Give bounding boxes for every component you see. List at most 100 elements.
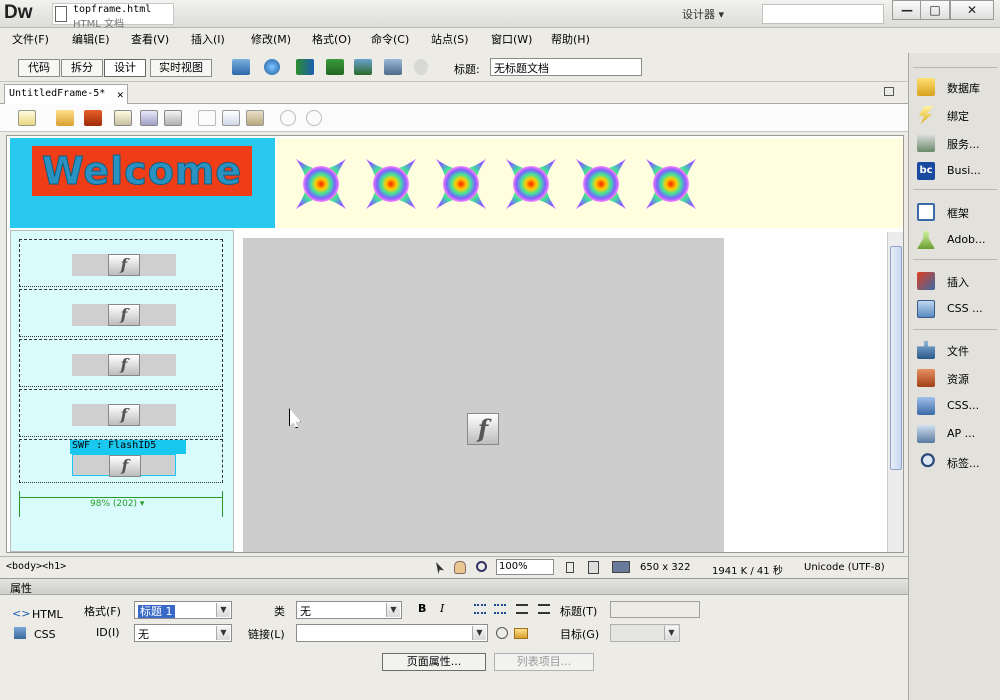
close-tab-icon[interactable]: ✕: [117, 88, 124, 101]
indent-icon[interactable]: [538, 604, 550, 614]
menu-help[interactable]: 帮助(H): [551, 31, 590, 47]
check-page-icon[interactable]: [326, 59, 344, 75]
bold-button[interactable]: B: [418, 602, 426, 615]
flash-slot[interactable]: f: [19, 239, 223, 287]
outdent-icon[interactable]: [516, 604, 528, 614]
page-title-input[interactable]: 无标题文档: [490, 58, 642, 76]
flash-placeholder[interactable]: f: [72, 404, 176, 426]
multiscreen-icon[interactable]: [232, 59, 250, 75]
desktop-size-icon[interactable]: [612, 561, 630, 573]
browse-folder-icon[interactable]: [514, 628, 528, 639]
zoom-select[interactable]: 100%: [496, 559, 554, 575]
flash-placeholder[interactable]: f: [72, 454, 176, 477]
panel-server-behaviors[interactable]: 服务...: [913, 131, 999, 155]
properties-header[interactable]: 属性: [0, 579, 908, 595]
italic-button[interactable]: I: [440, 602, 444, 615]
zoom-tool-icon[interactable]: [476, 561, 487, 572]
preview-browser-icon[interactable]: [264, 59, 280, 75]
scrollbar-thumb[interactable]: [890, 246, 902, 470]
split-view-button[interactable]: 拆分: [61, 59, 103, 77]
live-view-button[interactable]: 实时视图: [150, 59, 212, 77]
bridge-icon[interactable]: [84, 110, 102, 126]
flash-placeholder[interactable]: f: [72, 254, 176, 276]
width-indicator[interactable]: 98% (202) ▾: [19, 491, 223, 517]
minimize-button[interactable]: —: [892, 0, 922, 20]
visual-aids-icon[interactable]: [384, 59, 402, 75]
ordered-list-icon[interactable]: [494, 604, 506, 614]
top-left-frame[interactable]: Welcome: [10, 138, 275, 228]
copy-icon[interactable]: [222, 110, 240, 126]
flash-slot[interactable]: f: [19, 339, 223, 387]
phone-size-icon[interactable]: [566, 562, 574, 573]
menu-edit[interactable]: 编辑(E): [72, 31, 110, 47]
top-banner-frame[interactable]: [277, 138, 903, 228]
pointer-tool-icon[interactable]: [436, 562, 444, 574]
redo-icon[interactable]: [306, 110, 322, 126]
panel-assets[interactable]: 资源: [913, 366, 999, 390]
heading-input[interactable]: [610, 601, 700, 618]
hand-tool-icon[interactable]: [454, 561, 466, 574]
main-content-frame[interactable]: f: [243, 238, 724, 552]
panel-group-gripper[interactable]: [913, 67, 997, 68]
flash-icon[interactable]: f: [467, 413, 499, 445]
css-tab[interactable]: CSS: [34, 628, 56, 641]
design-view-button[interactable]: 设计: [104, 59, 146, 77]
panel-frames[interactable]: 框架: [913, 200, 999, 224]
design-view[interactable]: Welcome f f f f SWF : FlashID5 f 98% (20…: [6, 135, 904, 553]
related-file-tab[interactable]: topframe.html HTML 文档: [52, 3, 174, 30]
menu-site[interactable]: 站点(S): [431, 31, 469, 47]
menu-insert[interactable]: 插入(I): [191, 31, 225, 47]
class-select[interactable]: 无 ▼: [296, 601, 402, 619]
vertical-scrollbar[interactable]: [887, 232, 903, 552]
menu-commands[interactable]: 命令(C): [371, 31, 409, 47]
panel-ap-elements[interactable]: AP ...: [913, 422, 999, 446]
code-view-button[interactable]: 代码: [18, 59, 60, 77]
open-icon[interactable]: [56, 110, 74, 126]
new-document-icon[interactable]: [18, 110, 36, 126]
workspace-switcher[interactable]: 设计器 ▾: [682, 6, 752, 22]
window-dimensions[interactable]: 650 x 322: [640, 562, 690, 573]
left-nav-frame[interactable]: f f f f SWF : FlashID5 f 98% (202) ▾: [10, 230, 234, 552]
maximize-button[interactable]: □: [920, 0, 950, 20]
search-input[interactable]: [762, 4, 884, 24]
panel-bindings[interactable]: 绑定: [913, 103, 999, 127]
flash-slot-selected[interactable]: SWF : FlashID5 f: [19, 439, 223, 483]
panel-adobe-browserlab[interactable]: Adob...: [913, 228, 999, 252]
list-item-button[interactable]: 列表项目...: [494, 653, 594, 671]
panel-css-transitions[interactable]: CSS ...: [913, 297, 999, 321]
tablet-size-icon[interactable]: [588, 561, 599, 574]
menu-format[interactable]: 格式(O): [312, 31, 351, 47]
document-tab[interactable]: UntitledFrame-5* ✕: [4, 84, 128, 104]
undo-icon[interactable]: [280, 110, 296, 126]
page-properties-button[interactable]: 页面属性...: [382, 653, 486, 671]
html-tab[interactable]: HTML: [32, 608, 63, 621]
cut-icon[interactable]: [198, 110, 216, 126]
save-icon[interactable]: [114, 110, 132, 126]
panel-css-styles[interactable]: CSS...: [913, 394, 999, 418]
target-select[interactable]: ▼: [610, 624, 680, 642]
validate-icon[interactable]: [354, 59, 372, 75]
flash-slot[interactable]: f: [19, 289, 223, 337]
paste-icon[interactable]: [246, 110, 264, 126]
panel-insert[interactable]: 插入: [913, 269, 999, 293]
refresh-icon[interactable]: [414, 59, 428, 75]
format-select[interactable]: 标题 1 ▼: [134, 601, 232, 619]
link-input[interactable]: ▼: [296, 624, 488, 642]
panel-business-catalyst[interactable]: bc Busi...: [913, 159, 999, 183]
print-icon[interactable]: [164, 110, 182, 126]
restore-icon[interactable]: [884, 87, 894, 96]
save-all-icon[interactable]: [140, 110, 158, 126]
menu-view[interactable]: 查看(V): [131, 31, 169, 47]
point-to-file-icon[interactable]: [496, 627, 508, 639]
unordered-list-icon[interactable]: [474, 604, 486, 614]
menu-window[interactable]: 窗口(W): [491, 31, 532, 47]
panel-files[interactable]: 文件: [913, 338, 999, 362]
flash-slot[interactable]: f: [19, 389, 223, 437]
flash-placeholder[interactable]: f: [72, 304, 176, 326]
close-button[interactable]: ✕: [950, 0, 994, 20]
file-management-icon[interactable]: [296, 59, 314, 75]
flash-placeholder[interactable]: f: [72, 354, 176, 376]
tag-selector[interactable]: <body><h1>: [6, 561, 66, 572]
panel-tag-inspector[interactable]: 标签...: [913, 450, 999, 474]
panel-databases[interactable]: 数据库: [913, 75, 999, 99]
